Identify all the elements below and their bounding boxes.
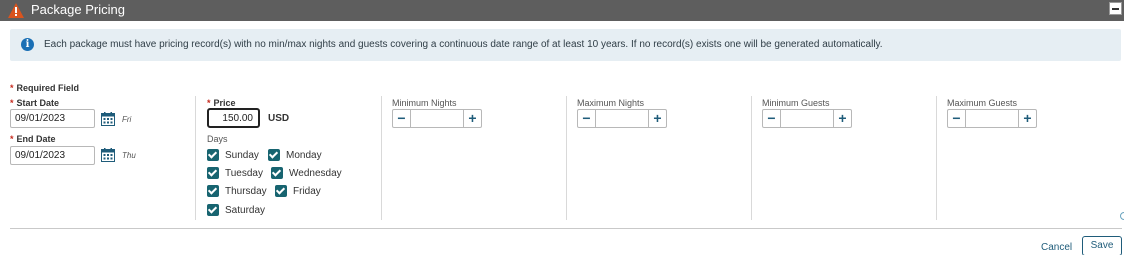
checkbox-checked[interactable] [268, 149, 280, 161]
day-checkbox-thursday[interactable]: Thursday [207, 185, 267, 197]
start-day-of-week: Fri [122, 115, 132, 124]
max-nights-label: Maximum Nights [577, 98, 645, 108]
plus-icon[interactable]: + [648, 110, 666, 127]
checkbox-checked[interactable] [207, 185, 219, 197]
column-divider [936, 96, 937, 220]
minus-icon[interactable]: − [393, 110, 411, 127]
day-checkbox-wednesday[interactable]: Wednesday [271, 167, 342, 179]
day-label: Wednesday [289, 167, 342, 179]
end-day-of-week: Thu [122, 151, 136, 160]
minus-icon[interactable]: − [763, 110, 781, 127]
start-date-label: * Start Date [10, 98, 60, 108]
days-label: Days [207, 134, 228, 144]
end-date-label: * End Date [10, 134, 56, 144]
max-nights-stepper[interactable]: − + [577, 109, 667, 128]
info-banner-text: Each package must have pricing record(s)… [44, 39, 883, 50]
plus-icon[interactable]: + [1018, 110, 1036, 127]
column-divider [195, 96, 196, 220]
day-checkbox-friday[interactable]: Friday [275, 185, 321, 197]
column-divider [751, 96, 752, 220]
day-label: Tuesday [225, 167, 263, 179]
required-marker: * [207, 98, 211, 108]
price-input[interactable]: 150.00 [207, 108, 260, 128]
footer-divider [10, 228, 1122, 229]
max-guests-stepper[interactable]: − + [947, 109, 1037, 128]
column-divider [566, 96, 567, 220]
start-date-input[interactable]: 09/01/2023 [10, 109, 95, 128]
checkbox-checked[interactable] [275, 185, 287, 197]
end-date-input[interactable]: 09/01/2023 [10, 146, 95, 165]
day-label: Thursday [225, 185, 267, 197]
day-label: Monday [286, 149, 322, 161]
min-nights-label: Minimum Nights [392, 98, 457, 108]
checkbox-checked[interactable] [207, 167, 219, 179]
plus-icon[interactable]: + [463, 110, 481, 127]
day-checkbox-tuesday[interactable]: Tuesday [207, 167, 263, 179]
column-divider [381, 96, 382, 220]
required-field-legend: * Required Field [10, 83, 79, 93]
calendar-icon[interactable] [101, 112, 115, 126]
min-nights-stepper[interactable]: − + [392, 109, 482, 128]
info-banner: i Each package must have pricing record(… [10, 29, 1121, 61]
dialog-title: Package Pricing [31, 2, 125, 17]
checkbox-checked[interactable] [271, 167, 283, 179]
collapse-icon[interactable] [1109, 2, 1122, 15]
required-marker: * [10, 98, 14, 108]
title-bar: Package Pricing [0, 0, 1124, 21]
warning-icon [8, 3, 24, 18]
scroll-indicator [1120, 212, 1124, 220]
required-legend-text: Required Field [16, 83, 80, 93]
max-guests-label: Maximum Guests [947, 98, 1018, 108]
day-label: Saturday [225, 204, 266, 216]
required-marker: * [10, 83, 14, 93]
required-marker: * [10, 134, 14, 144]
day-checkbox-monday[interactable]: Monday [268, 149, 322, 161]
checkbox-checked[interactable] [207, 149, 219, 161]
cancel-button[interactable]: Cancel [1041, 242, 1072, 253]
day-checkbox-sunday[interactable]: Sunday [207, 149, 259, 161]
calendar-icon[interactable] [101, 148, 115, 162]
save-button[interactable]: Save [1082, 236, 1122, 255]
plus-icon[interactable]: + [833, 110, 851, 127]
minus-icon[interactable]: − [578, 110, 596, 127]
day-label: Friday [293, 185, 321, 197]
info-icon: i [21, 38, 34, 51]
day-label: Sunday [225, 149, 259, 161]
currency-label: USD [268, 113, 290, 124]
min-guests-label: Minimum Guests [762, 98, 830, 108]
day-checkbox-saturday[interactable]: Saturday [207, 204, 265, 216]
price-label: * Price [207, 98, 236, 108]
minus-icon[interactable]: − [948, 110, 966, 127]
min-guests-stepper[interactable]: − + [762, 109, 852, 128]
checkbox-checked[interactable] [207, 204, 219, 216]
